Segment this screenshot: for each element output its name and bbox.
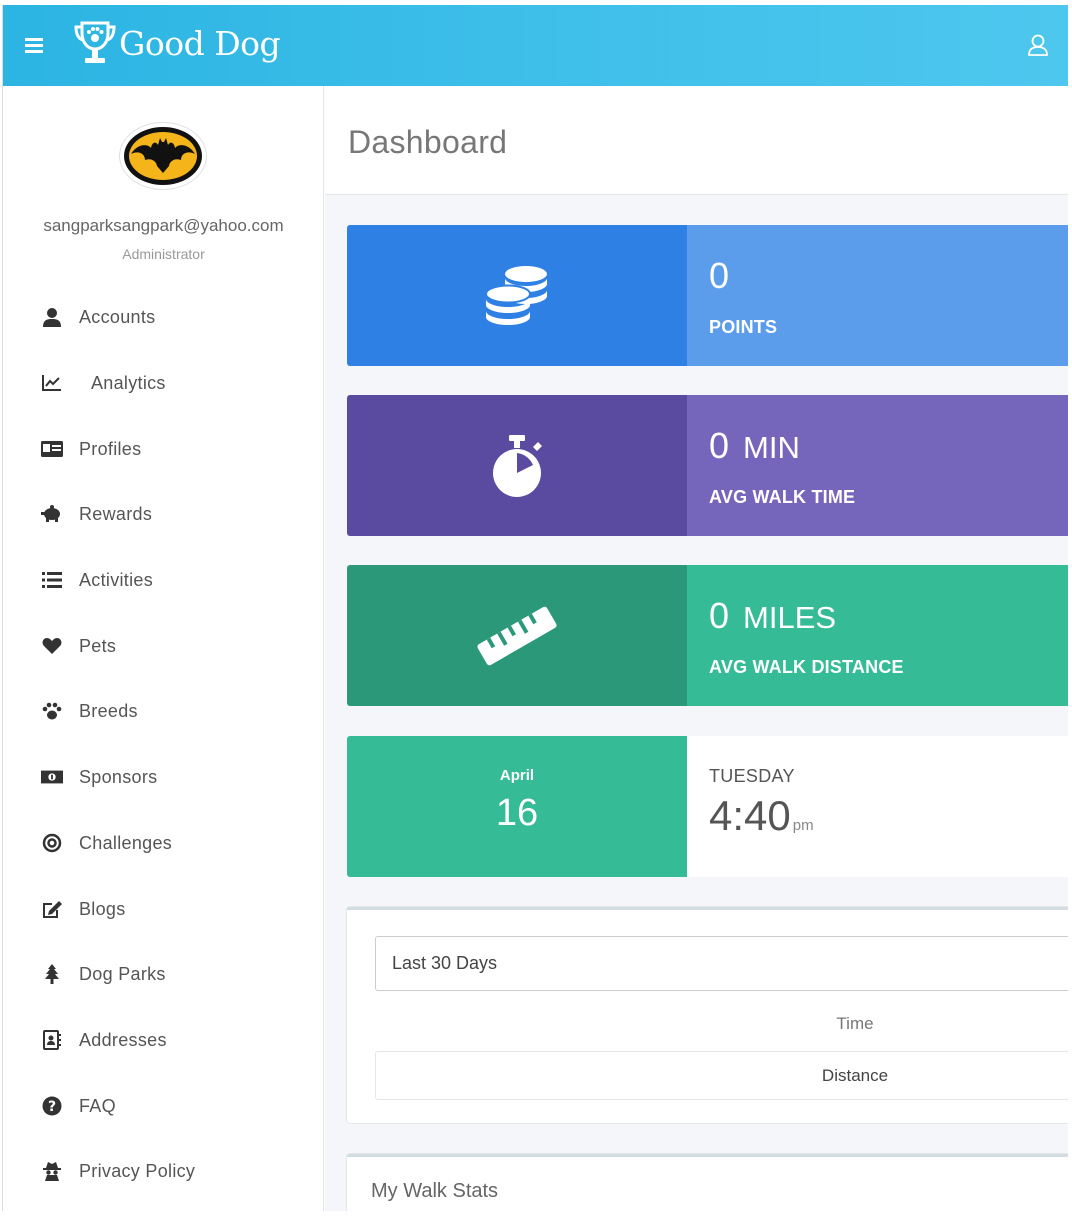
sidebar-item-accounts[interactable]: Accounts [41,302,155,332]
stat-card-avg-walk-time: 0 MIN AVG WALK TIME [347,395,1068,536]
piggy-bank-icon [41,503,63,525]
brand-name: Good Dog [119,23,281,63]
sidebar-item-activities[interactable]: Activities [41,565,153,595]
avatar[interactable] [120,123,206,189]
stat-value-area: 0 MILES AVG WALK DISTANCE [687,565,1068,706]
tree-icon [41,963,63,985]
brand-logo[interactable]: Good Dog [73,19,281,67]
sidebar-item-label: Pets [79,635,117,656]
address-book-icon [41,1029,63,1051]
svg-text:?: ? [48,1099,56,1115]
main-content: Dashboard 0 POINTS 0 MIN AVG WALK TIME 0… [325,86,1068,1211]
spy-icon [41,1160,63,1182]
trophy-paw-icon [74,21,116,63]
sidebar-item-blogs[interactable]: Blogs [41,894,126,924]
money-bill-icon [41,766,63,788]
sidebar-item-sponsors[interactable]: Sponsors [41,762,157,792]
stat-icon-area [347,225,687,366]
stopwatch-icon [493,434,542,497]
sidebar-item-label: Dog Parks [79,963,166,984]
sidebar-item-breeds[interactable]: Breeds [41,696,138,726]
sidebar-item-label: Profiles [79,438,142,459]
sidebar-item-faq[interactable]: ? FAQ [41,1091,116,1121]
stat-value-area: 0 POINTS [687,225,1068,366]
clock-ampm: pm [792,817,814,834]
metric-option-distance[interactable]: Distance [375,1051,1068,1100]
sidebar: sangparksangpark@yahoo.com Administrator… [3,86,324,1211]
edit-icon [41,898,63,920]
sidebar-item-label: Activities [79,569,154,590]
sidebar-item-profiles[interactable]: Profiles [41,434,141,464]
range-select[interactable]: Last 30 Days [375,936,1068,991]
heart-icon [41,635,63,657]
user-email: sangparksangpark@yahoo.com [43,216,284,235]
page-header: Dashboard [325,86,1068,195]
line-chart-icon [41,372,63,394]
sidebar-item-label: Privacy Policy [79,1160,196,1181]
page-title: Dashboard [348,124,508,160]
sidebar-item-addresses[interactable]: Addresses [41,1025,167,1055]
sidebar-item-dog-parks[interactable]: Dog Parks [41,959,166,989]
menu-toggle-icon[interactable] [25,38,43,54]
date-time-card: April 16 TUESDAY 4:40 pm [347,736,1068,877]
date-day: 16 [495,792,539,834]
coins-icon [485,265,547,325]
sidebar-item-pets[interactable]: Pets [41,631,116,661]
sidebar-item-label: Blogs [79,898,126,919]
metric-option-time[interactable]: Time [375,1014,1068,1034]
sidebar-item-label: Accounts [79,306,156,327]
user-profile-icon[interactable] [1027,33,1049,57]
stat-label: AVG WALK DISTANCE [709,657,904,677]
id-card-icon [41,438,63,460]
user-role: Administrator [122,246,205,262]
walk-stats-panel: My Walk Stats [347,1154,1068,1211]
ruler-icon [477,606,557,665]
stat-value: 0 MILES [709,595,837,636]
clock-time: 4:40 pm [709,792,814,839]
stat-icon-area [347,565,687,706]
top-navbar: Good Dog [3,5,1068,86]
list-icon [41,569,63,591]
sidebar-item-analytics[interactable]: Analytics [41,368,166,398]
stat-icon-area [347,395,687,536]
stat-value: 0 MIN [709,425,800,466]
stat-card-avg-walk-distance: 0 MILES AVG WALK DISTANCE [347,565,1068,706]
sidebar-item-rewards[interactable]: Rewards [41,499,152,529]
stat-label: POINTS [709,317,778,337]
stat-card-points: 0 POINTS [347,225,1068,366]
stat-label: AVG WALK TIME [709,487,856,507]
target-icon [41,832,63,854]
date-block: April 16 [347,736,687,877]
stat-value: 0 [709,255,730,296]
stat-value-area: 0 MIN AVG WALK TIME [687,395,1068,536]
question-circle-icon: ? [41,1095,63,1117]
date-month: April [499,767,535,784]
sidebar-item-label: Analytics [91,372,166,393]
walk-stats-title: My Walk Stats [371,1180,499,1202]
range-filter-panel: Last 30 Days Time Distance [347,907,1068,1123]
sidebar-item-label: Sponsors [79,766,158,787]
sidebar-item-privacy-policy[interactable]: Privacy Policy [41,1156,195,1186]
sidebar-item-label: Rewards [79,503,153,524]
sidebar-item-label: Challenges [79,832,173,853]
sidebar-item-label: Addresses [79,1029,167,1050]
date-weekday: TUESDAY [709,766,795,786]
paw-icon [41,700,63,722]
app-window: Good Dog sangparksangpark@yahoo.com Admi… [2,5,1068,1211]
user-icon [41,306,63,328]
sidebar-item-label: FAQ [79,1095,116,1116]
sidebar-item-label: Breeds [79,700,138,721]
batman-logo-icon [124,127,202,185]
sidebar-item-challenges[interactable]: Challenges [41,828,172,858]
